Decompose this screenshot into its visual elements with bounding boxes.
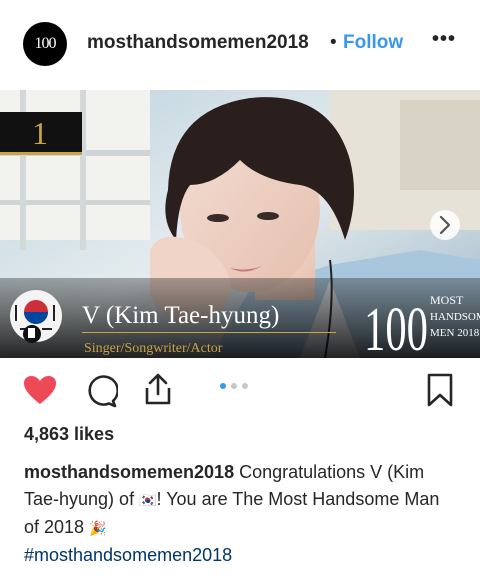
- logo-line3: MEN 2018: [430, 327, 480, 339]
- comment-icon[interactable]: [84, 374, 118, 408]
- person-name: V (Kim Tae-hyung): [82, 302, 279, 329]
- chevron-right-icon: [430, 210, 460, 240]
- avatar-logo: 100: [34, 35, 57, 52]
- logo-line2: HANDSOME: [430, 311, 480, 323]
- post-photo[interactable]: 1 V (Kim Tae-hyung) Singer/Songwriter/Ac…: [0, 90, 480, 358]
- hashtag-link[interactable]: #mosthandsomemen2018: [24, 545, 232, 565]
- logo-line1: MOST: [430, 293, 464, 307]
- avatar[interactable]: 100: [23, 22, 67, 66]
- username-link[interactable]: mosthandsomemen2018: [87, 32, 309, 54]
- follow-button[interactable]: Follow: [343, 32, 403, 54]
- person-subtitle: Singer/Songwriter/Actor: [84, 341, 223, 356]
- party-popper-emoji: 🎉: [89, 520, 107, 536]
- header-separator: •: [330, 32, 337, 53]
- action-bar: [0, 362, 480, 418]
- logo-number: 100: [364, 296, 428, 358]
- share-icon[interactable]: [143, 372, 173, 406]
- carousel-dot: [220, 383, 226, 389]
- carousel-dot: [231, 383, 237, 389]
- carousel-indicator: [220, 383, 248, 389]
- heart-filled-icon[interactable]: [22, 374, 58, 406]
- post-header: 100 mosthandsomemen2018 • Follow •••: [0, 0, 480, 88]
- post-caption: mosthandsomemen2018 Congratulations V (K…: [24, 459, 456, 569]
- photo-illustration: 1 V (Kim Tae-hyung) Singer/Songwriter/Ac…: [0, 90, 480, 358]
- more-options-icon[interactable]: •••: [432, 28, 456, 51]
- carousel-dot: [242, 383, 248, 389]
- korea-flag-emoji: 🇰🇷: [139, 492, 157, 508]
- caption-username[interactable]: mosthandsomemen2018: [24, 462, 234, 482]
- rank-number: 1: [32, 115, 48, 151]
- bookmark-icon[interactable]: [426, 372, 454, 408]
- likes-count[interactable]: 4,863 likes: [24, 424, 114, 445]
